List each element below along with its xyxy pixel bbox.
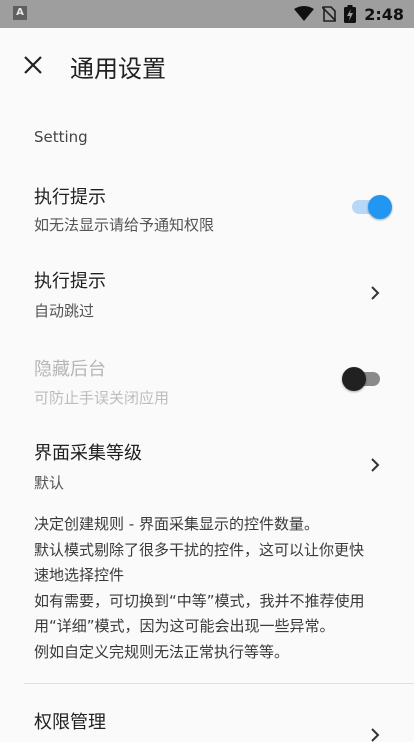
setting-item-subtitle: 可防止手误关闭应用 [34, 389, 170, 407]
chevron-right-icon [371, 458, 380, 472]
setting-item-subtitle: 默认 [34, 474, 65, 492]
setting-item-title: 执行提示 [34, 187, 106, 208]
notification-app-icon: A [13, 6, 27, 20]
description-line: 默认模式剔除了很多干扰的控件，这可以让你更快 [34, 540, 365, 559]
hide-background-toggle [342, 364, 386, 394]
description-line: 速地选择控件 [34, 566, 125, 584]
chevron-right-icon [371, 728, 380, 742]
close-icon[interactable] [18, 50, 48, 80]
setting-item-permission-management[interactable]: 权限管理 [0, 696, 414, 742]
no-sim-icon [322, 6, 337, 22]
setting-item-subtitle: 如无法显示请给予通知权限 [34, 216, 215, 234]
divider [24, 683, 414, 684]
setting-item-title: 执行提示 [34, 271, 106, 292]
setting-item-capture-level[interactable]: 界面采集等级 默认 [0, 428, 414, 504]
description-line: 例如自定义完规则无法正常执行等等。 [34, 642, 290, 661]
setting-item-title: 隐藏后台 [34, 359, 106, 380]
setting-item-hide-background: 隐藏后台 可防止手误关闭应用 [0, 340, 414, 416]
status-time: 2:48 [364, 4, 404, 24]
setting-item-title: 权限管理 [34, 712, 106, 733]
capture-level-description: 决定创建规则 - 界面采集显示的控件数量。 默认模式剔除了很多干扰的控件，这可以… [34, 512, 394, 665]
section-label: Setting [34, 128, 88, 146]
battery-charging-icon [344, 5, 357, 23]
chevron-right-icon [371, 286, 380, 300]
setting-item-subtitle: 自动跳过 [34, 302, 95, 320]
status-bar: A 2:48 [0, 0, 414, 28]
description-line: 用“详细”模式，因为这可能会出现一些异常。 [34, 617, 335, 635]
page-title: 通用设置 [70, 55, 166, 83]
description-line: 决定创建规则 - 界面采集显示的控件数量。 [34, 515, 319, 533]
description-line: 如有需要，可切换到“中等”模式，我并不推荐使用 [34, 591, 365, 610]
setting-item-title: 界面采集等级 [34, 443, 142, 464]
setting-item-exec-hint-skip[interactable]: 执行提示 自动跳过 [0, 252, 414, 328]
toolbar: 通用设置 [0, 28, 414, 104]
setting-item-exec-hint-toggle[interactable]: 执行提示 如无法显示请给予通知权限 [0, 168, 414, 244]
toggle-thumb [368, 195, 392, 219]
wifi-icon [294, 6, 315, 21]
toggle-thumb [342, 367, 366, 391]
exec-hint-toggle[interactable] [348, 192, 392, 222]
